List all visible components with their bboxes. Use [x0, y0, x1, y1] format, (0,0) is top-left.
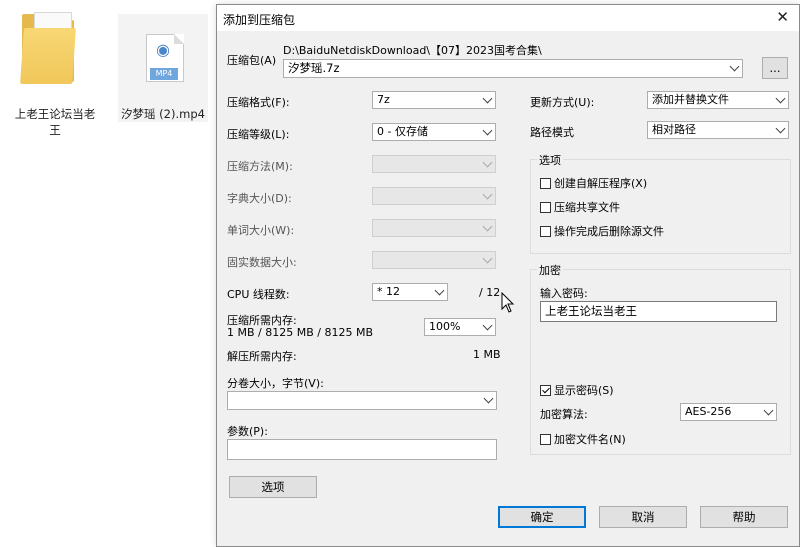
chevron-down-icon — [483, 393, 494, 404]
cpu-label: CPU 线程数: — [227, 288, 290, 301]
solid-select — [372, 251, 496, 269]
folder-label: 上老王论坛当老王 — [14, 107, 96, 137]
chevron-down-icon — [434, 285, 445, 296]
format-select[interactable]: 7z — [372, 91, 496, 109]
checkbox-icon — [540, 178, 551, 189]
sfx-label: 创建自解压程序(X) — [554, 177, 648, 190]
chevron-down-icon — [482, 253, 493, 264]
cpu-select[interactable]: * 12 — [372, 283, 448, 301]
format-value: 7z — [377, 93, 390, 106]
level-select[interactable]: 0 - 仅存储 — [372, 123, 496, 141]
checkbox-icon — [540, 226, 551, 237]
chevron-down-icon — [482, 125, 493, 136]
mem-decomp-label: 解压所需内存: — [227, 350, 297, 363]
close-icon[interactable]: ✕ — [776, 8, 789, 26]
archive-name-combo[interactable]: 汐梦瑶.7z — [283, 59, 743, 78]
sfx-checkbox[interactable]: 创建自解压程序(X) — [540, 175, 647, 191]
params-label: 参数(P): — [227, 425, 268, 438]
dialog-title: 添加到压缩包 — [223, 13, 296, 27]
archive-name-value: 汐梦瑶.7z — [288, 61, 340, 75]
checkbox-checked-icon — [540, 385, 551, 396]
path-label: 路径模式 — [530, 126, 574, 139]
params-input[interactable] — [227, 439, 497, 460]
cancel-button[interactable]: 取消 — [599, 506, 687, 528]
options-group-title: 选项 — [537, 152, 563, 168]
archive-path: D:\BaiduNetdiskDownload\【07】2023国考合集\ — [283, 44, 542, 57]
archive-label: 压缩包(A) — [227, 54, 277, 67]
word-select — [372, 219, 496, 237]
options-button[interactable]: 选项 — [229, 476, 317, 498]
mem-percent-select[interactable]: 100% — [424, 318, 496, 336]
encrypt-group-title: 加密 — [537, 262, 563, 278]
cpu-value: * 12 — [377, 285, 400, 298]
solid-label: 固实数据大小: — [227, 256, 297, 269]
delete-label: 操作完成后删除源文件 — [554, 225, 664, 238]
delete-checkbox[interactable]: 操作完成后删除源文件 — [540, 223, 664, 239]
camera-icon: ◉ — [156, 40, 170, 59]
encrypt-method-value: AES-256 — [685, 405, 732, 418]
chevron-down-icon — [482, 157, 493, 168]
mem-comp-value: 1 MB / 8125 MB / 8125 MB — [227, 326, 373, 339]
chevron-down-icon — [775, 93, 786, 104]
dict-label: 字典大小(D): — [227, 192, 292, 205]
show-password-label: 显示密码(S) — [554, 384, 614, 397]
chevron-down-icon — [482, 320, 493, 331]
split-combo[interactable] — [227, 391, 497, 410]
mem-decomp-value: 1 MB — [473, 348, 501, 361]
path-select[interactable]: 相对路径 — [647, 121, 789, 139]
file-label: 汐梦瑶 (2).mp4 — [121, 107, 205, 121]
chevron-down-icon — [482, 93, 493, 104]
cpu-total: / 12 — [479, 286, 501, 299]
ok-button[interactable]: 确定 — [498, 506, 586, 528]
dict-select — [372, 187, 496, 205]
encrypt-names-label: 加密文件名(N) — [554, 433, 626, 446]
update-label: 更新方式(U): — [530, 96, 595, 109]
folder-icon — [20, 10, 82, 90]
encrypt-method-select[interactable]: AES-256 — [680, 403, 777, 421]
word-label: 单词大小(W): — [227, 224, 295, 237]
help-button[interactable]: 帮助 — [700, 506, 788, 528]
chevron-down-icon — [729, 61, 740, 72]
mp4-badge: MP4 — [150, 68, 178, 80]
update-select[interactable]: 添加并替换文件 — [647, 91, 789, 109]
checkbox-icon — [540, 202, 551, 213]
chevron-down-icon — [482, 189, 493, 200]
mem-percent-value: 100% — [429, 320, 461, 333]
password-label: 输入密码: — [540, 287, 588, 300]
checkbox-icon — [540, 434, 551, 445]
encrypt-names-checkbox[interactable]: 加密文件名(N) — [540, 431, 626, 447]
mouse-cursor-icon — [501, 292, 515, 313]
split-label: 分卷大小，字节(V): — [227, 377, 324, 390]
chevron-down-icon — [482, 221, 493, 232]
chevron-down-icon — [763, 405, 774, 416]
password-input[interactable]: 上老王论坛当老王 — [540, 301, 777, 322]
level-label: 压缩等级(L): — [227, 128, 290, 141]
add-to-archive-dialog: 添加到压缩包 ✕ 压缩包(A) D:\BaiduNetdiskDownload\… — [216, 4, 800, 547]
method-select — [372, 155, 496, 173]
encrypt-method-label: 加密算法: — [540, 408, 588, 421]
show-password-checkbox[interactable]: 显示密码(S) — [540, 382, 614, 398]
path-value: 相对路径 — [652, 123, 696, 136]
format-label: 压缩格式(F): — [227, 96, 290, 109]
chevron-down-icon — [775, 123, 786, 134]
update-value: 添加并替换文件 — [652, 93, 729, 106]
method-label: 压缩方法(M): — [227, 160, 293, 173]
level-value: 0 - 仅存储 — [377, 125, 428, 138]
title-bar: 添加到压缩包 ✕ — [217, 5, 799, 31]
shared-label: 压缩共享文件 — [554, 201, 620, 214]
shared-checkbox[interactable]: 压缩共享文件 — [540, 199, 620, 215]
browse-button[interactable]: ... — [762, 57, 788, 79]
